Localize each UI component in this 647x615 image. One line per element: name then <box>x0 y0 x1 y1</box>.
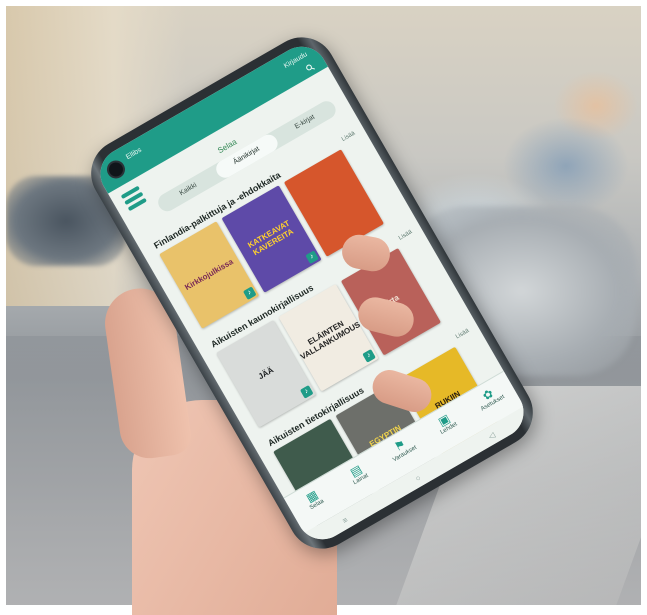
audiobook-badge-icon: ♪ <box>242 286 257 300</box>
audiobook-badge-icon: ♪ <box>299 385 314 399</box>
audiobook-badge-icon: ♪ <box>362 349 376 363</box>
search-icon[interactable] <box>305 62 316 73</box>
audiobook-badge-icon: ♪ <box>305 250 319 264</box>
book-cover-title: KATKEAVAT KAVEREITA <box>246 218 296 258</box>
home-icon[interactable]: ○ <box>414 473 423 483</box>
camera-hole <box>103 157 129 182</box>
book-cover-title: Kirkkojulkissa <box>183 256 235 292</box>
app-name: Ellibs <box>124 146 143 162</box>
book-cover-title: ELÄINTEN VALLANKUMOUS <box>298 319 362 362</box>
recents-icon[interactable]: ≡ <box>341 515 350 525</box>
book-cover-title: JÄÄ <box>256 365 275 381</box>
back-icon[interactable]: ◁ <box>486 430 496 441</box>
